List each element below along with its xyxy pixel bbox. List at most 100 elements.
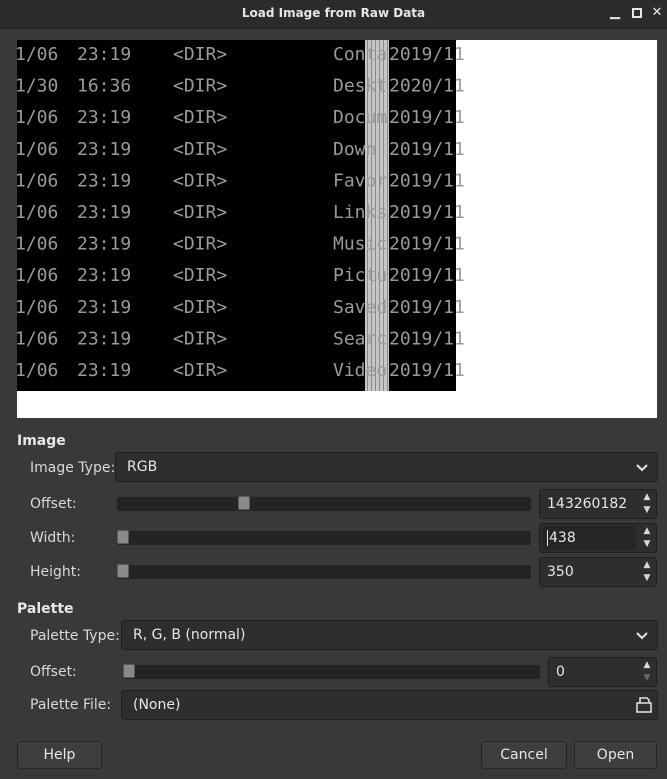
- palette-file-value: (None): [133, 697, 181, 713]
- maximize-icon[interactable]: [630, 5, 644, 21]
- image-section-heading: Image: [17, 433, 66, 449]
- palette-offset-increment-icon[interactable]: ▲: [639, 659, 655, 672]
- preview-overlay-date: 2019/11: [389, 328, 465, 349]
- open-button[interactable]: Open: [574, 741, 657, 769]
- preview-name: Docum: [333, 107, 387, 128]
- preview-type: <DIR>: [173, 202, 227, 223]
- preview-time: 23:19: [77, 265, 131, 286]
- palette-section-heading: Palette: [17, 601, 74, 617]
- preview-date: 1/06: [17, 297, 58, 318]
- preview-time: 23:19: [77, 234, 131, 255]
- offset-label: Offset:: [30, 496, 77, 512]
- preview-date: 1/06: [17, 328, 58, 349]
- palette-file-chooser[interactable]: (None): [121, 690, 658, 720]
- width-slider-handle[interactable]: [117, 530, 129, 544]
- preview-date: 1/06: [17, 44, 58, 65]
- width-slider[interactable]: [117, 530, 531, 545]
- width-increment-icon[interactable]: ▲: [639, 525, 655, 538]
- raw-image-preview: 1/06 23:19 <DIR> Conta 2019/11 1/30 16:36 <DIR>…: [17, 40, 657, 418]
- palette-file-label: Palette File:: [30, 697, 112, 713]
- palette-type-value: R, G, B (normal): [133, 627, 246, 643]
- preview-type: <DIR>: [173, 234, 227, 255]
- cancel-button[interactable]: Cancel: [481, 741, 567, 769]
- width-decrement-icon[interactable]: ▼: [639, 538, 655, 551]
- preview-date: 1/06: [17, 360, 58, 381]
- width-spinbutton[interactable]: 438 ▲ ▼: [539, 523, 657, 553]
- preview-type: <DIR>: [173, 76, 227, 97]
- height-value[interactable]: 350: [547, 564, 574, 580]
- preview-overlay-date: 2020/11: [389, 76, 465, 97]
- chevron-down-icon: [636, 464, 648, 472]
- palette-offset-spinbutton[interactable]: 0 ▲ ▼: [548, 657, 657, 687]
- offset-slider-handle[interactable]: [238, 496, 250, 510]
- height-spinbutton[interactable]: 350 ▲ ▼: [539, 557, 657, 587]
- preview-type: <DIR>: [173, 170, 227, 191]
- minimize-icon[interactable]: ▁: [608, 5, 622, 21]
- preview-overlay-date: 2019/11: [389, 360, 465, 381]
- preview-time: 23:19: [77, 360, 131, 381]
- preview-type: <DIR>: [173, 265, 227, 286]
- title-bar: Load Image from Raw Data ▁ ✕: [0, 0, 667, 29]
- close-icon[interactable]: ✕: [650, 5, 664, 21]
- preview-time: 23:19: [77, 139, 131, 160]
- image-type-value: RGB: [127, 459, 158, 475]
- preview-canvas: 1/06 23:19 <DIR> Conta 2019/111/30 16:36 <DIR>…: [17, 40, 465, 391]
- chevron-down-icon: [636, 632, 648, 640]
- preview-overlay-date: 2019/11: [389, 234, 465, 255]
- preview-name: Searc: [333, 328, 387, 349]
- preview-date: 1/30: [17, 76, 58, 97]
- height-decrement-icon[interactable]: ▼: [639, 572, 655, 585]
- open-file-icon[interactable]: [635, 696, 653, 714]
- height-slider-handle[interactable]: [117, 564, 129, 578]
- offset-spinbutton[interactable]: 143260182 ▲ ▼: [539, 489, 657, 519]
- offset-increment-icon[interactable]: ▲: [639, 491, 655, 504]
- palette-offset-slider[interactable]: [123, 664, 540, 679]
- palette-type-label: Palette Type:: [30, 628, 120, 644]
- preview-time: 23:19: [77, 297, 131, 318]
- preview-date: 1/06: [17, 202, 58, 223]
- help-button[interactable]: Help: [17, 741, 102, 769]
- preview-time: 23:19: [77, 328, 131, 349]
- height-label: Height:: [30, 564, 81, 580]
- preview-name: Music: [333, 234, 387, 255]
- palette-offset-decrement-icon[interactable]: ▼: [639, 672, 655, 685]
- height-increment-icon[interactable]: ▲: [639, 559, 655, 572]
- preview-name: Links: [333, 202, 387, 223]
- offset-slider[interactable]: [117, 496, 531, 511]
- preview-date: 1/06: [17, 265, 58, 286]
- palette-offset-value[interactable]: 0: [556, 664, 565, 680]
- preview-name: Favor: [333, 170, 387, 191]
- preview-time: 23:19: [77, 107, 131, 128]
- image-type-select[interactable]: RGB: [115, 452, 658, 482]
- preview-name: Saved: [333, 297, 387, 318]
- preview-time: 23:19: [77, 44, 131, 65]
- preview-type: <DIR>: [173, 139, 227, 160]
- palette-offset-slider-handle[interactable]: [123, 664, 135, 678]
- preview-type: <DIR>: [173, 44, 227, 65]
- height-slider[interactable]: [117, 564, 531, 579]
- preview-time: 23:19: [77, 202, 131, 223]
- preview-overlay-date: 2019/11: [389, 170, 465, 191]
- preview-overlay-date: 2019/11: [389, 265, 465, 286]
- preview-date: 1/06: [17, 234, 58, 255]
- offset-decrement-icon[interactable]: ▼: [639, 504, 655, 517]
- preview-name: Conta: [333, 44, 387, 65]
- preview-name: Deskt: [333, 76, 387, 97]
- preview-date: 1/06: [17, 170, 58, 191]
- preview-overlay-date: 2019/11: [389, 297, 465, 318]
- preview-overlay-date: 2019/11: [389, 139, 465, 160]
- preview-type: <DIR>: [173, 107, 227, 128]
- offset-value[interactable]: 143260182: [547, 496, 627, 512]
- palette-type-select[interactable]: R, G, B (normal): [121, 620, 658, 650]
- preview-name: Pictu: [333, 265, 387, 286]
- window-title: Load Image from Raw Data: [241, 6, 426, 20]
- preview-overlay-date: 2019/11: [389, 202, 465, 223]
- palette-offset-label: Offset:: [30, 664, 77, 680]
- width-label: Width:: [30, 530, 76, 546]
- preview-overlay-date: 2019/11: [389, 44, 465, 65]
- preview-type: <DIR>: [173, 360, 227, 381]
- preview-type: <DIR>: [173, 297, 227, 318]
- width-value[interactable]: 438: [547, 530, 576, 546]
- preview-name: Video: [333, 360, 387, 381]
- preview-type: <DIR>: [173, 328, 227, 349]
